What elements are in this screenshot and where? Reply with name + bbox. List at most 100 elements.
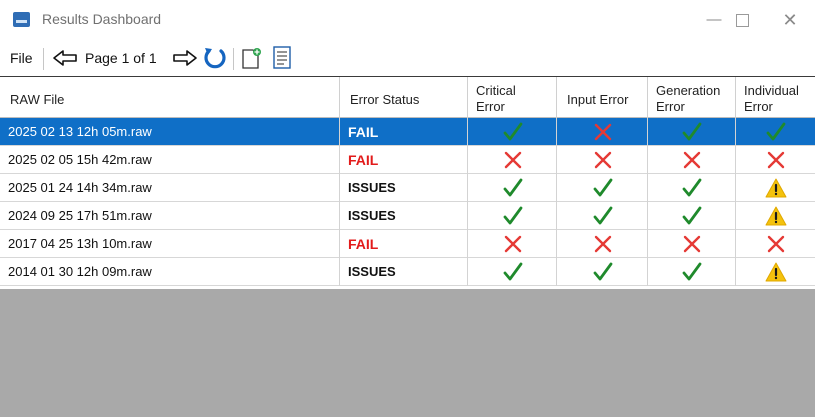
cell-error-status[interactable]: ISSUES (340, 202, 468, 230)
app-logo-icon (13, 12, 30, 27)
cell-raw-file[interactable]: 2017 04 25 13h 10m.raw (0, 230, 340, 258)
cell-input-error[interactable] (557, 118, 648, 146)
cell-raw-file[interactable]: 2014 01 30 12h 09m.raw (0, 258, 340, 286)
cell-generation-error[interactable] (648, 118, 736, 146)
raw-file-name: 2017 04 25 13h 10m.raw (8, 236, 152, 251)
table-row[interactable]: 2025 01 24 14h 34m.raw ISSUES (0, 174, 815, 202)
file-menu[interactable]: File (10, 50, 33, 66)
cell-critical-error[interactable] (468, 258, 557, 286)
window-title: Results Dashboard (42, 11, 162, 27)
raw-file-name: 2025 02 05 15h 42m.raw (8, 152, 152, 167)
report-icon[interactable] (270, 45, 294, 71)
error-status-badge: ISSUES (348, 208, 396, 223)
cell-error-status[interactable]: ISSUES (340, 174, 468, 202)
cell-individual-error[interactable] (736, 146, 815, 174)
cell-generation-error[interactable] (648, 230, 736, 258)
cross-icon (683, 151, 701, 169)
cross-icon (683, 235, 701, 253)
cell-raw-file[interactable]: 2024 09 25 17h 51m.raw (0, 202, 340, 230)
check-icon (682, 178, 702, 197)
column-header-critical-error[interactable]: Critical Error (468, 77, 557, 118)
check-icon (682, 206, 702, 225)
cell-individual-error[interactable] (736, 118, 815, 146)
cell-critical-error[interactable] (468, 202, 557, 230)
cell-input-error[interactable] (557, 258, 648, 286)
table-header: RAW File Error Status Critical Error Inp… (0, 76, 815, 118)
previous-page-arrow-icon[interactable] (52, 49, 78, 67)
refresh-icon[interactable] (202, 46, 228, 70)
cell-raw-file[interactable]: 2025 02 13 12h 05m.raw (0, 118, 340, 146)
new-file-icon[interactable] (240, 46, 264, 70)
raw-file-name: 2025 02 13 12h 05m.raw (8, 124, 152, 139)
cell-raw-file[interactable]: 2025 01 24 14h 34m.raw (0, 174, 340, 202)
column-header-input-error[interactable]: Input Error (557, 77, 648, 118)
raw-file-name: 2024 09 25 17h 51m.raw (8, 208, 152, 223)
cell-individual-error[interactable] (736, 258, 815, 286)
title-bar: Results Dashboard — ✕ (0, 0, 815, 40)
check-icon (503, 206, 523, 225)
error-status-badge: ISSUES (348, 264, 396, 279)
error-status-badge: FAIL (348, 124, 379, 140)
warning-icon (765, 206, 787, 226)
check-icon (682, 122, 702, 141)
table-row[interactable]: 2025 02 13 12h 05m.raw FAIL (0, 118, 815, 146)
cell-generation-error[interactable] (648, 146, 736, 174)
raw-file-name: 2014 01 30 12h 09m.raw (8, 264, 152, 279)
toolbar: File Page 1 of 1 (0, 40, 815, 76)
cell-generation-error[interactable] (648, 174, 736, 202)
empty-grid-area (0, 289, 815, 417)
cell-input-error[interactable] (557, 146, 648, 174)
cell-critical-error[interactable] (468, 118, 557, 146)
table-row[interactable]: 2017 04 25 13h 10m.raw FAIL (0, 230, 815, 258)
column-header-raw-file[interactable]: RAW File (0, 77, 340, 118)
check-icon (503, 262, 523, 281)
cross-icon (504, 151, 522, 169)
table-row[interactable]: 2014 01 30 12h 09m.raw ISSUES (0, 258, 815, 286)
check-icon (593, 178, 613, 197)
cell-input-error[interactable] (557, 202, 648, 230)
cross-icon (767, 151, 785, 169)
maximize-button[interactable] (729, 8, 755, 32)
cell-critical-error[interactable] (468, 174, 557, 202)
check-icon (766, 122, 786, 141)
close-button[interactable]: ✕ (777, 8, 803, 32)
cross-icon (504, 235, 522, 253)
cell-generation-error[interactable] (648, 202, 736, 230)
warning-icon (765, 178, 787, 198)
check-icon (682, 262, 702, 281)
table-row[interactable]: 2024 09 25 17h 51m.raw ISSUES (0, 202, 815, 230)
column-header-individual-error[interactable]: Individual Error (736, 77, 815, 118)
cell-individual-error[interactable] (736, 174, 815, 202)
next-page-arrow-icon[interactable] (172, 49, 198, 67)
check-icon (593, 262, 613, 281)
maximize-icon (735, 13, 749, 27)
cell-error-status[interactable]: FAIL (340, 118, 468, 146)
cross-icon (594, 235, 612, 253)
column-header-error-status[interactable]: Error Status (340, 77, 468, 118)
error-status-badge: FAIL (348, 236, 379, 252)
error-status-badge: ISSUES (348, 180, 396, 195)
error-status-badge: FAIL (348, 152, 379, 168)
cell-generation-error[interactable] (648, 258, 736, 286)
column-header-generation-error[interactable]: Generation Error (648, 77, 736, 118)
cell-critical-error[interactable] (468, 230, 557, 258)
toolbar-separator (233, 48, 234, 70)
check-icon (503, 178, 523, 197)
cell-error-status[interactable]: ISSUES (340, 258, 468, 286)
cell-critical-error[interactable] (468, 146, 557, 174)
cell-individual-error[interactable] (736, 230, 815, 258)
cell-input-error[interactable] (557, 174, 648, 202)
minimize-button[interactable]: — (701, 8, 727, 32)
warning-icon (765, 262, 787, 282)
cell-raw-file[interactable]: 2025 02 05 15h 42m.raw (0, 146, 340, 174)
raw-file-name: 2025 01 24 14h 34m.raw (8, 180, 152, 195)
table-row[interactable]: 2025 02 05 15h 42m.raw FAIL (0, 146, 815, 174)
page-indicator: Page 1 of 1 (85, 50, 157, 66)
check-icon (593, 206, 613, 225)
cell-error-status[interactable]: FAIL (340, 230, 468, 258)
cell-error-status[interactable]: FAIL (340, 146, 468, 174)
cell-input-error[interactable] (557, 230, 648, 258)
cell-individual-error[interactable] (736, 202, 815, 230)
cross-icon (767, 235, 785, 253)
cross-icon (594, 151, 612, 169)
